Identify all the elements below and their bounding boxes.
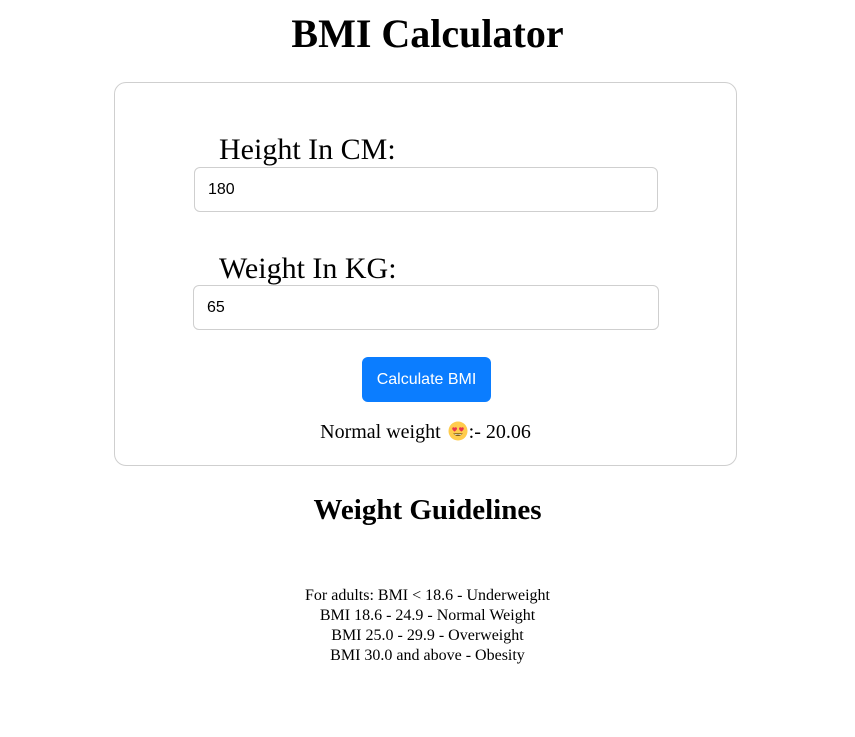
guidelines-list: For adults: BMI < 18.6 - Underweight BMI… <box>0 586 855 666</box>
smiling-face-with-heart-eyes-icon <box>448 421 468 441</box>
height-input[interactable] <box>194 167 658 212</box>
bmi-form-card: Height In CM: Weight In KG: Calculate BM… <box>114 82 737 466</box>
bmi-category: Normal weight <box>320 421 441 443</box>
weight-label: Weight In KG: <box>219 252 397 285</box>
height-label: Height In CM: <box>219 133 396 166</box>
guideline-line: BMI 25.0 - 29.9 - Overweight <box>331 627 524 644</box>
bmi-result: Normal weight :- 20.06 <box>115 419 736 445</box>
calculate-bmi-button[interactable]: Calculate BMI <box>362 357 491 402</box>
guideline-line: BMI 30.0 and above - Obesity <box>330 647 525 664</box>
bmi-value: :- 20.06 <box>468 421 531 443</box>
page-title: BMI Calculator <box>291 11 564 56</box>
weight-input[interactable] <box>193 285 659 330</box>
guideline-line: For adults: BMI < 18.6 - Underweight <box>305 587 550 604</box>
guidelines-title: Weight Guidelines <box>313 494 542 526</box>
guideline-line: BMI 18.6 - 24.9 - Normal Weight <box>319 607 536 624</box>
